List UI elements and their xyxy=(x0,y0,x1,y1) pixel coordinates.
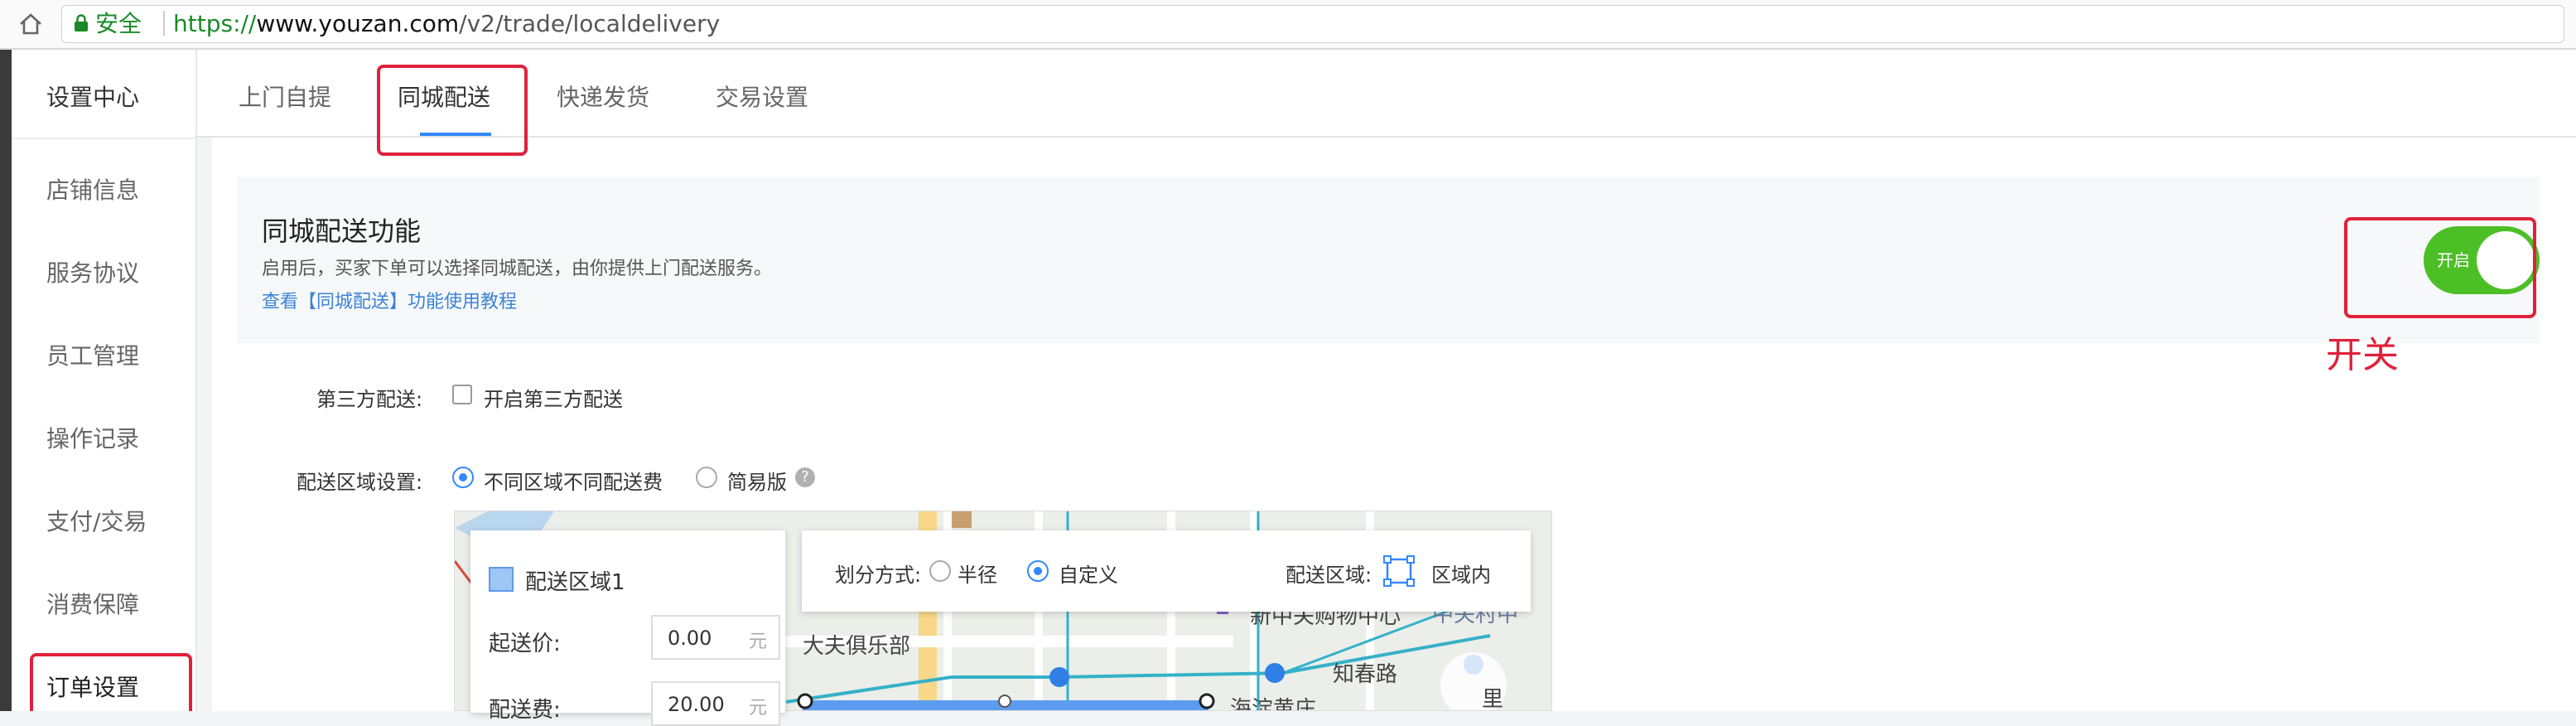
url-host: www.youzan.com xyxy=(256,10,460,37)
third-party-label: 第三方配送: xyxy=(316,388,423,411)
radio-different-fees[interactable] xyxy=(452,467,474,488)
radio-radius[interactable] xyxy=(929,560,951,582)
question-circle-icon[interactable]: ? xyxy=(795,467,815,487)
option-simple[interactable]: 简易版 xyxy=(727,466,787,495)
radio-simple[interactable] xyxy=(696,467,717,488)
area-setting-label: 配送区域设置: xyxy=(297,471,423,494)
option-radius[interactable]: 半径 xyxy=(958,559,997,588)
tab-trade-settings[interactable]: 交易设置 xyxy=(716,80,808,113)
lock-icon xyxy=(75,14,88,31)
home-icon[interactable] xyxy=(17,10,45,38)
sidebar-item-operation-log[interactable]: 操作记录 xyxy=(46,421,139,454)
option-different-fees[interactable]: 不同区域不同配送费 xyxy=(484,466,663,495)
switch-annotation: 开关 xyxy=(2326,334,2399,376)
area-value: 区域内 xyxy=(1431,564,1491,587)
start-price-unit: 元 xyxy=(748,632,767,652)
url-separator xyxy=(163,11,165,36)
start-price-value: 0.00 xyxy=(668,627,712,650)
zone-color-swatch xyxy=(489,567,514,592)
map-label-partial-2: 里 xyxy=(1482,687,1504,711)
toggle-knob xyxy=(2477,231,2535,289)
left-edge-strip xyxy=(0,50,12,711)
division-mode-bar: 划分方式: 半径 自定义 配送区域: 区域内 xyxy=(802,530,1531,612)
third-party-checkbox[interactable] xyxy=(452,385,472,404)
sidebar-item-payment[interactable]: 支付/交易 xyxy=(46,504,147,537)
settings-sidebar: 设置中心 店铺信息 服务协议 员工管理 操作记录 支付/交易 消费保障 订单设置 xyxy=(12,50,197,711)
secure-label: 安全 xyxy=(95,10,142,37)
sidebar-item-service-agreement[interactable]: 服务协议 xyxy=(46,255,139,288)
fee-unit: 元 xyxy=(748,698,767,719)
sidebar-item-store-info[interactable]: 店铺信息 xyxy=(46,172,139,206)
zone-name: 配送区域1 xyxy=(525,570,625,595)
zone-panel: 配送区域1 起送价: 0.00 元 配送费: 20.00 元 xyxy=(470,530,785,726)
tab-self-pickup[interactable]: 上门自提 xyxy=(239,80,331,113)
local-delivery-toggle[interactable]: 开启 xyxy=(2424,226,2540,294)
active-tab-indicator xyxy=(420,133,491,136)
tab-express[interactable]: 快递发货 xyxy=(557,80,649,113)
map-label-place: 海淀黄庄 xyxy=(1230,697,1317,711)
sidebar-item-staff[interactable]: 员工管理 xyxy=(46,338,139,371)
browser-address-bar: 安全 https://www.youzan.com/v2/trade/local… xyxy=(0,0,2576,50)
url-path: /v2/trade/localdelivery xyxy=(459,10,721,37)
radio-custom[interactable] xyxy=(1027,560,1049,582)
start-price-label: 起送价: xyxy=(489,632,561,656)
area-label: 配送区域: xyxy=(1286,564,1372,587)
feature-box: 同城配送功能 启用后，买家下单可以选择同城配送，由你提供上门配送服务。 查看【同… xyxy=(237,177,2540,343)
sidebar-item-order-settings[interactable]: 订单设置 xyxy=(46,670,139,703)
fee-label: 配送费: xyxy=(489,698,561,723)
sidebar-title: 设置中心 xyxy=(46,84,140,111)
toggle-label: 开启 xyxy=(2437,250,2470,270)
url-scheme: https:// xyxy=(173,10,257,37)
fee-value: 20.00 xyxy=(668,693,725,716)
delivery-tabs: 上门自提 同城配送 快递发货 交易设置 xyxy=(197,50,2576,138)
tutorial-link[interactable]: 查看【同城配送】功能使用教程 xyxy=(262,287,517,313)
sidebar-item-consumer-protection[interactable]: 消费保障 xyxy=(46,587,139,620)
polygon-area-icon[interactable] xyxy=(1383,555,1415,587)
option-custom[interactable]: 自定义 xyxy=(1059,559,1118,588)
map-label-club: 大夫俱乐部 xyxy=(803,634,911,659)
sidebar-divider xyxy=(12,138,195,139)
url-text[interactable]: https://www.youzan.com/v2/trade/localdel… xyxy=(173,11,720,37)
feature-description: 启用后，买家下单可以选择同城配送，由你提供上门配送服务。 xyxy=(262,259,773,279)
third-party-option[interactable]: 开启第三方配送 xyxy=(484,383,623,412)
map-label-road: 知春路 xyxy=(1333,662,1398,687)
fee-input[interactable]: 20.00 元 xyxy=(651,681,780,726)
feature-title: 同城配送功能 xyxy=(262,215,422,247)
start-price-input[interactable]: 0.00 元 xyxy=(651,615,780,660)
url-omnibox[interactable]: 安全 https://www.youzan.com/v2/trade/local… xyxy=(61,5,2564,43)
division-label: 划分方式: xyxy=(835,564,922,587)
tab-local-delivery[interactable]: 同城配送 xyxy=(398,80,490,113)
content-card: 同城配送功能 启用后，买家下单可以选择同城配送，由你提供上门配送服务。 查看【同… xyxy=(212,138,2576,726)
